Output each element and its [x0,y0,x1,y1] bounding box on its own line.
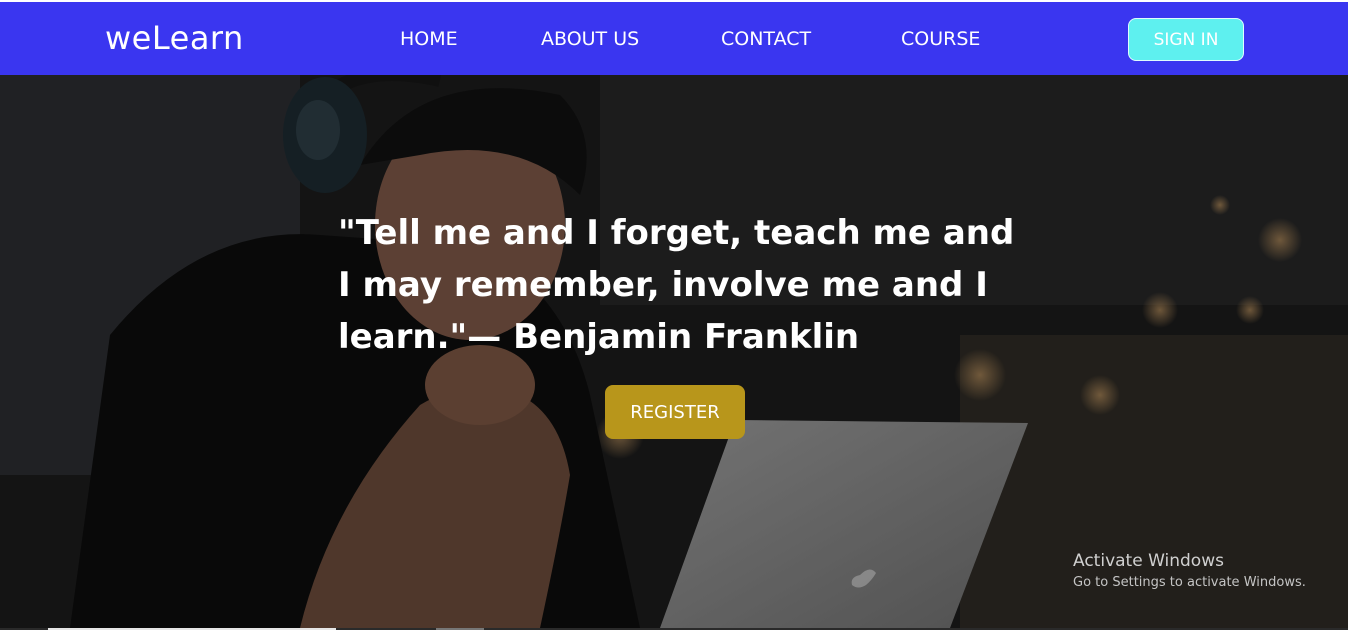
register-button[interactable]: REGISTER [605,385,745,439]
navbar: weLearn HOME ABOUT US CONTACT COURSE SIG… [0,0,1348,75]
logo[interactable]: weLearn [105,19,244,57]
sign-in-button[interactable]: SIGN IN [1128,18,1244,61]
watermark-subtitle: Go to Settings to activate Windows. [1073,575,1306,590]
nav-about-link[interactable]: ABOUT US [541,28,639,50]
nav-contact-link[interactable]: CONTACT [721,28,811,50]
windows-activation-watermark: Activate Windows Go to Settings to activ… [1073,551,1306,590]
watermark-title: Activate Windows [1073,551,1224,571]
nav-home-link[interactable]: HOME [400,28,458,50]
hero-quote: "Tell me and I forget, teach me and I ma… [338,213,1015,357]
nav-course-link[interactable]: COURSE [901,28,980,50]
hero-section: "Tell me and I forget, teach me and I ma… [0,75,1348,628]
